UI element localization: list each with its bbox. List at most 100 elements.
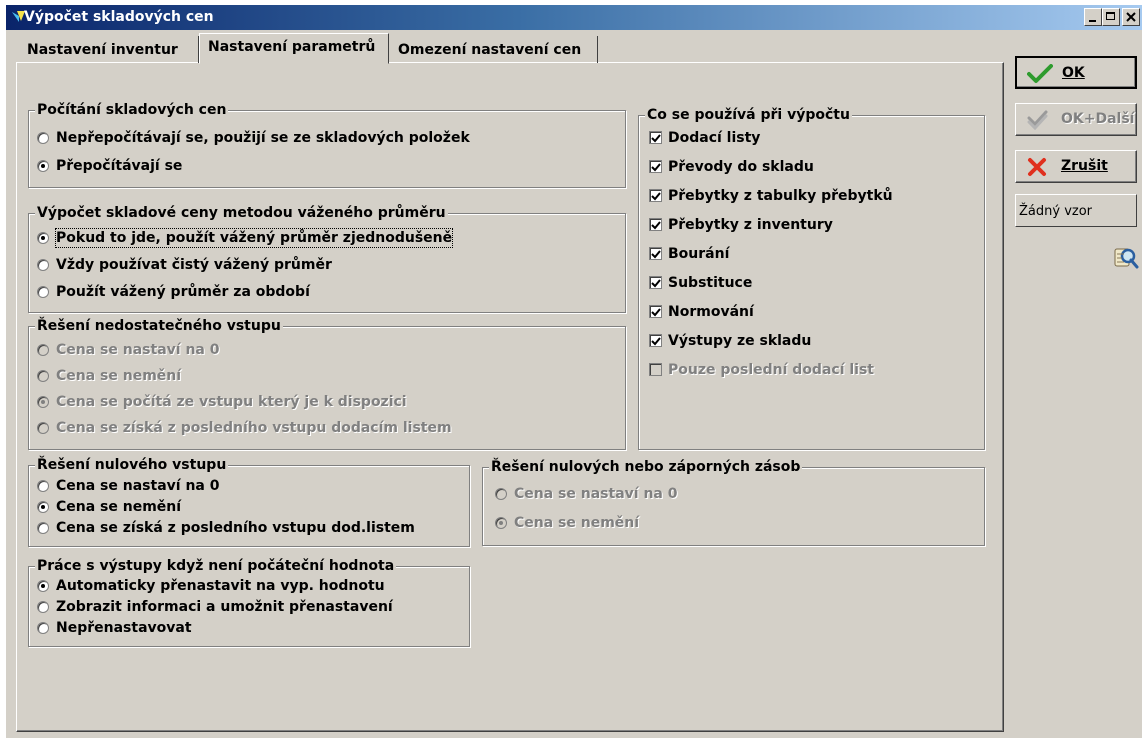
radio-label: Cena se nemění: [56, 499, 182, 515]
radio-button[interactable]: [37, 259, 49, 271]
checkmark-icon: [1027, 64, 1053, 83]
radio-button[interactable]: [37, 422, 49, 434]
group-title: Práce s výstupy když není počáteční hodn…: [35, 558, 397, 574]
group-title: Co se používá při výpočtu: [645, 107, 852, 123]
group-title: Řešení nedostatečného vstupu: [35, 318, 283, 334]
radio-button[interactable]: [495, 488, 507, 500]
checkbox[interactable]: [649, 131, 662, 144]
radio-label: Přepočítávají se: [56, 158, 183, 174]
tab-label: Nastavení inventur: [27, 42, 178, 58]
checkbox-label: Převody do skladu: [668, 159, 814, 175]
radio-label: Nepřenastavovat: [56, 620, 192, 636]
checkbox-label: Přebytky z tabulky přebytků: [668, 188, 893, 204]
radio-label: Cena se počítá ze vstupu který je k disp…: [56, 394, 407, 410]
radio-button[interactable]: [37, 622, 49, 634]
checkbox-label: Výstupy ze skladu: [668, 333, 812, 349]
ok-button[interactable]: OK: [1015, 56, 1137, 89]
checkbox-label: Dodací listy: [668, 130, 761, 146]
zrusit-button[interactable]: Zrušit: [1015, 150, 1137, 183]
checkbox[interactable]: [649, 276, 662, 289]
radio-button[interactable]: [37, 370, 49, 382]
ok-label: OK: [1062, 65, 1085, 81]
radio-button[interactable]: [37, 501, 49, 513]
maximize-icon: [1106, 12, 1115, 20]
maximize-button[interactable]: [1102, 8, 1120, 26]
group-co-se-pouziva: Co se používá při výpočtu Dodací listy P…: [638, 107, 985, 450]
checkbox[interactable]: [649, 334, 662, 347]
group-title: Výpočet skladové ceny metodou váženého p…: [35, 205, 448, 221]
checkbox-label: Normování: [668, 304, 754, 320]
radio-button[interactable]: [37, 344, 49, 356]
radio-label: Nepřepočítávají se, použijí se ze sklado…: [56, 130, 470, 146]
group-zaporne-zasoby: Řešení nulových nebo záporných zásob Cen…: [482, 459, 985, 546]
window-title: Výpočet skladových cen: [24, 9, 214, 25]
checkbox[interactable]: [649, 160, 662, 173]
tab-label: Omezení nastavení cen: [398, 42, 582, 58]
radio-button[interactable]: [37, 160, 49, 172]
radio-button[interactable]: [495, 517, 507, 529]
minimize-button[interactable]: [1084, 8, 1102, 26]
group-title: Řešení nulového vstupu: [35, 457, 229, 473]
zrusit-label: Zrušit: [1061, 158, 1108, 174]
close-icon: [1126, 12, 1136, 22]
minimize-icon: [1089, 20, 1096, 22]
radio-label: Použít vážený průměr za období: [56, 284, 310, 300]
title-bar[interactable]: Výpočet skladových cen: [6, 5, 1142, 30]
radio-button[interactable]: [37, 396, 49, 408]
radio-button[interactable]: [37, 522, 49, 534]
tab-omezeni-nastaveni-cen[interactable]: Omezení nastavení cen: [390, 36, 598, 63]
close-button[interactable]: [1122, 8, 1140, 26]
checkbox-label: Pouze poslední dodací list: [668, 362, 874, 378]
checkbox[interactable]: [649, 189, 662, 202]
checkbox[interactable]: [649, 218, 662, 231]
checkmark-icon: [651, 221, 661, 230]
radio-label: Pokud to jde, použít vážený průměr zjedn…: [54, 228, 454, 248]
template-label: Žádný vzor: [1019, 204, 1093, 219]
tab-label: Nastavení parametrů: [208, 39, 376, 55]
checkmark-icon: [651, 250, 661, 259]
radio-label: Cena se nemění: [514, 515, 640, 531]
group-pocitani-skladovych-cen: Počítání skladových cen Nepřepočítávají …: [28, 102, 626, 188]
tab-nastaveni-inventur[interactable]: Nastavení inventur: [19, 36, 199, 63]
checkbox[interactable]: [649, 247, 662, 260]
radio-button[interactable]: [37, 286, 49, 298]
checkmark-icon: [651, 337, 661, 346]
help-search-icon[interactable]: [1112, 244, 1140, 272]
radio-label: Automaticky přenastavit na vyp. hodnotu: [56, 578, 385, 594]
radio-label: Cena se získá z posledního vstupu dod.li…: [56, 520, 415, 536]
radio-button[interactable]: [37, 580, 49, 592]
radio-button[interactable]: [37, 601, 49, 613]
group-prace-s-vystupy: Práce s výstupy když není počáteční hodn…: [28, 558, 470, 647]
checkbox[interactable]: [649, 305, 662, 318]
checkbox-label: Bourání: [668, 246, 730, 262]
radio-label: Cena se nastaví na 0: [56, 478, 220, 494]
checkmark-icon: [651, 192, 661, 201]
double-checkmark-icon: [1027, 110, 1048, 130]
radio-label: Cena se nemění: [56, 368, 182, 384]
dialog-window: Výpočet skladových cen Nastavení inventu…: [6, 5, 1142, 738]
radio-label: Cena se získá z posledního vstupu dodací…: [56, 420, 452, 436]
checkbox-label: Substituce: [668, 275, 753, 291]
radio-label: Vždy používat čistý vážený průměr: [56, 257, 332, 273]
checkmark-icon: [651, 279, 661, 288]
checkmark-icon: [651, 134, 661, 143]
ok-dalsi-button[interactable]: OK+Další: [1015, 103, 1137, 136]
checkbox-label: Přebytky z inventury: [668, 217, 833, 233]
template-selector[interactable]: Žádný vzor: [1015, 194, 1137, 227]
group-title: Počítání skladových cen: [35, 102, 229, 118]
radio-label: Cena se nastaví na 0: [56, 342, 220, 358]
tab-nastaveni-parametru[interactable]: Nastavení parametrů: [199, 33, 389, 64]
group-nedostatecny-vstup: Řešení nedostatečného vstupu Cena se nas…: [28, 318, 626, 450]
cancel-x-icon: [1028, 158, 1046, 176]
radio-label: Cena se nastaví na 0: [514, 486, 678, 502]
group-title: Řešení nulových nebo záporných zásob: [489, 459, 803, 475]
group-nulovy-vstup: Řešení nulového vstupu Cena se nastaví n…: [28, 457, 470, 547]
radio-label: Zobrazit informaci a umožnit přenastaven…: [56, 599, 393, 615]
radio-button[interactable]: [37, 232, 49, 244]
checkbox[interactable]: [649, 363, 662, 376]
checkmark-icon: [651, 308, 661, 317]
radio-button[interactable]: [37, 132, 49, 144]
checkmark-icon: [651, 163, 661, 172]
radio-button[interactable]: [37, 480, 49, 492]
ok-dalsi-label: OK+Další: [1061, 111, 1135, 127]
